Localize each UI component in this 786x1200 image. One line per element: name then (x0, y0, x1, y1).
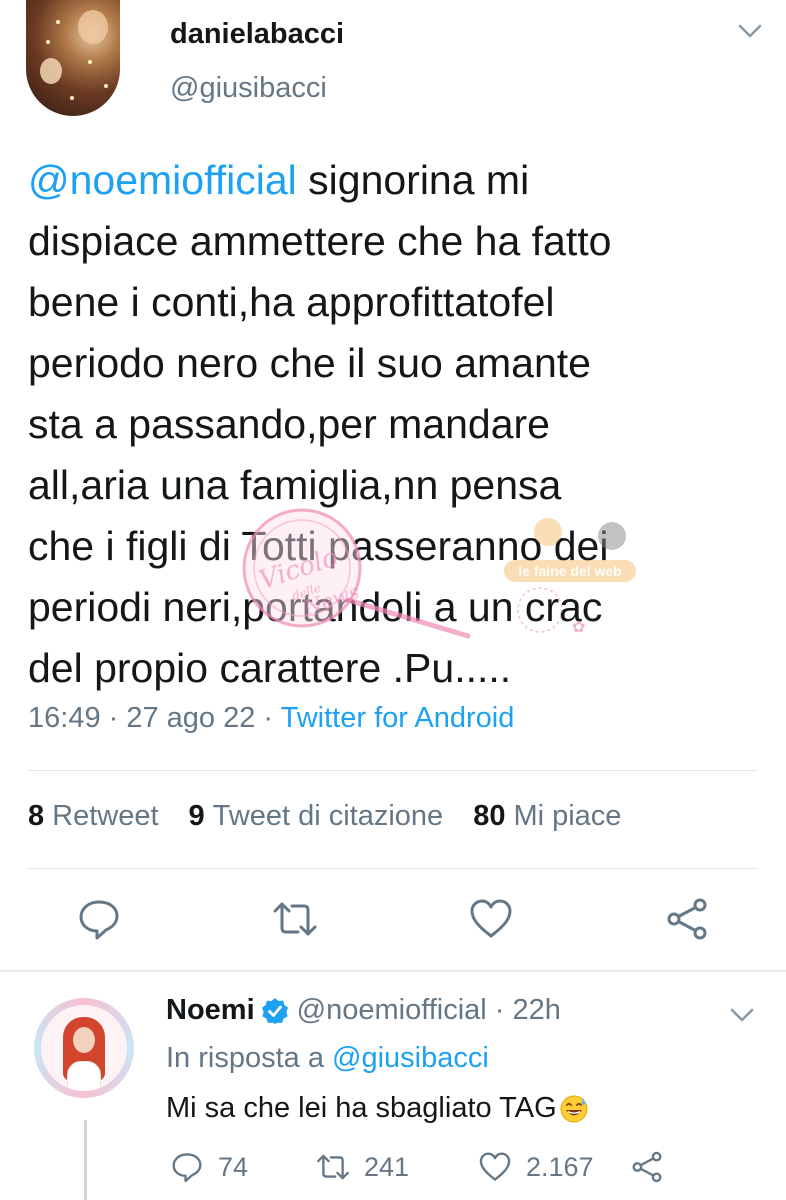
tweet-meta: 16:49 · 27 ago 22 · Twitter for Android (28, 702, 514, 735)
like-count: 2.167 (526, 1151, 594, 1182)
retweet-icon[interactable] (272, 896, 318, 942)
reply-count: 74 (218, 1151, 249, 1182)
reply-header: Noemi @noemiofficial · 22h (166, 994, 561, 1027)
reply-share-button[interactable] (630, 1150, 678, 1184)
mention-link[interactable]: @noemiofficial (28, 157, 297, 203)
reply-like-button[interactable]: 2.167 (478, 1150, 594, 1184)
tweet-timestamp: 16:49 · 27 ago 22 · (28, 702, 281, 734)
likes-count: 80 (473, 800, 506, 832)
quotes-stat[interactable]: 9 Tweet di citazione (189, 800, 444, 833)
tweet-actions (0, 896, 786, 946)
in-reply-to: In risposta a @giusibacci (166, 1042, 489, 1075)
author-handle[interactable]: @giusibacci (170, 72, 327, 105)
share-icon[interactable] (664, 896, 710, 942)
main-tweet: danielabacci @giusibacci @noemiofficial … (0, 0, 786, 970)
reply-tweet[interactable]: Noemi @noemiofficial · 22h In risposta a… (0, 972, 786, 1200)
chevron-down-icon[interactable] (736, 20, 764, 42)
likes-stat[interactable]: 80 Mi piace (473, 800, 621, 833)
reply-reply-button[interactable]: 74 (170, 1150, 248, 1184)
tweet-text: @noemiofficial signorina mi dispiace amm… (28, 150, 768, 699)
avatar[interactable] (34, 998, 134, 1098)
thread-line (84, 1120, 87, 1200)
tweet-stats: 8 Retweet 9 Tweet di citazione 80 Mi piace (28, 800, 621, 833)
reply-retweet-button[interactable]: 241 (316, 1150, 409, 1184)
quotes-count: 9 (188, 800, 205, 832)
share-icon (632, 1151, 662, 1183)
reply-author-name[interactable]: Noemi (166, 994, 255, 1027)
reply-icon[interactable] (76, 896, 122, 942)
quotes-label: Tweet di citazione (212, 800, 444, 832)
verified-badge-icon (261, 997, 288, 1024)
retweet-icon (317, 1154, 349, 1180)
reply-text: Mi sa che lei ha sbagliato TAG (166, 1092, 589, 1125)
retweet-count: 241 (364, 1151, 410, 1182)
retweets-count: 8 (28, 800, 45, 832)
tweet-body: signorina mi dispiace ammettere che ha f… (28, 157, 612, 691)
author-name[interactable]: danielabacci (170, 18, 344, 51)
likes-label: Mi piace (513, 800, 622, 832)
retweets-stat[interactable]: 8 Retweet (28, 800, 159, 833)
divider (28, 868, 758, 869)
chevron-down-icon[interactable] (728, 1004, 756, 1026)
in-reply-prefix: In risposta a (166, 1042, 333, 1074)
avatar[interactable] (26, 0, 120, 116)
in-reply-handle-link[interactable]: @giusibacci (332, 1042, 489, 1074)
grinning-sweat-emoji-icon (560, 1095, 588, 1122)
retweets-label: Retweet (52, 800, 159, 832)
reply-handle-time[interactable]: @noemiofficial · 22h (297, 994, 561, 1027)
heart-icon (479, 1152, 511, 1181)
tweet-source-link[interactable]: Twitter for Android (281, 702, 515, 734)
reply-icon (172, 1153, 202, 1183)
heart-icon[interactable] (468, 896, 514, 942)
divider (28, 770, 758, 771)
reply-body: Mi sa che lei ha sbagliato TAG (166, 1092, 557, 1124)
